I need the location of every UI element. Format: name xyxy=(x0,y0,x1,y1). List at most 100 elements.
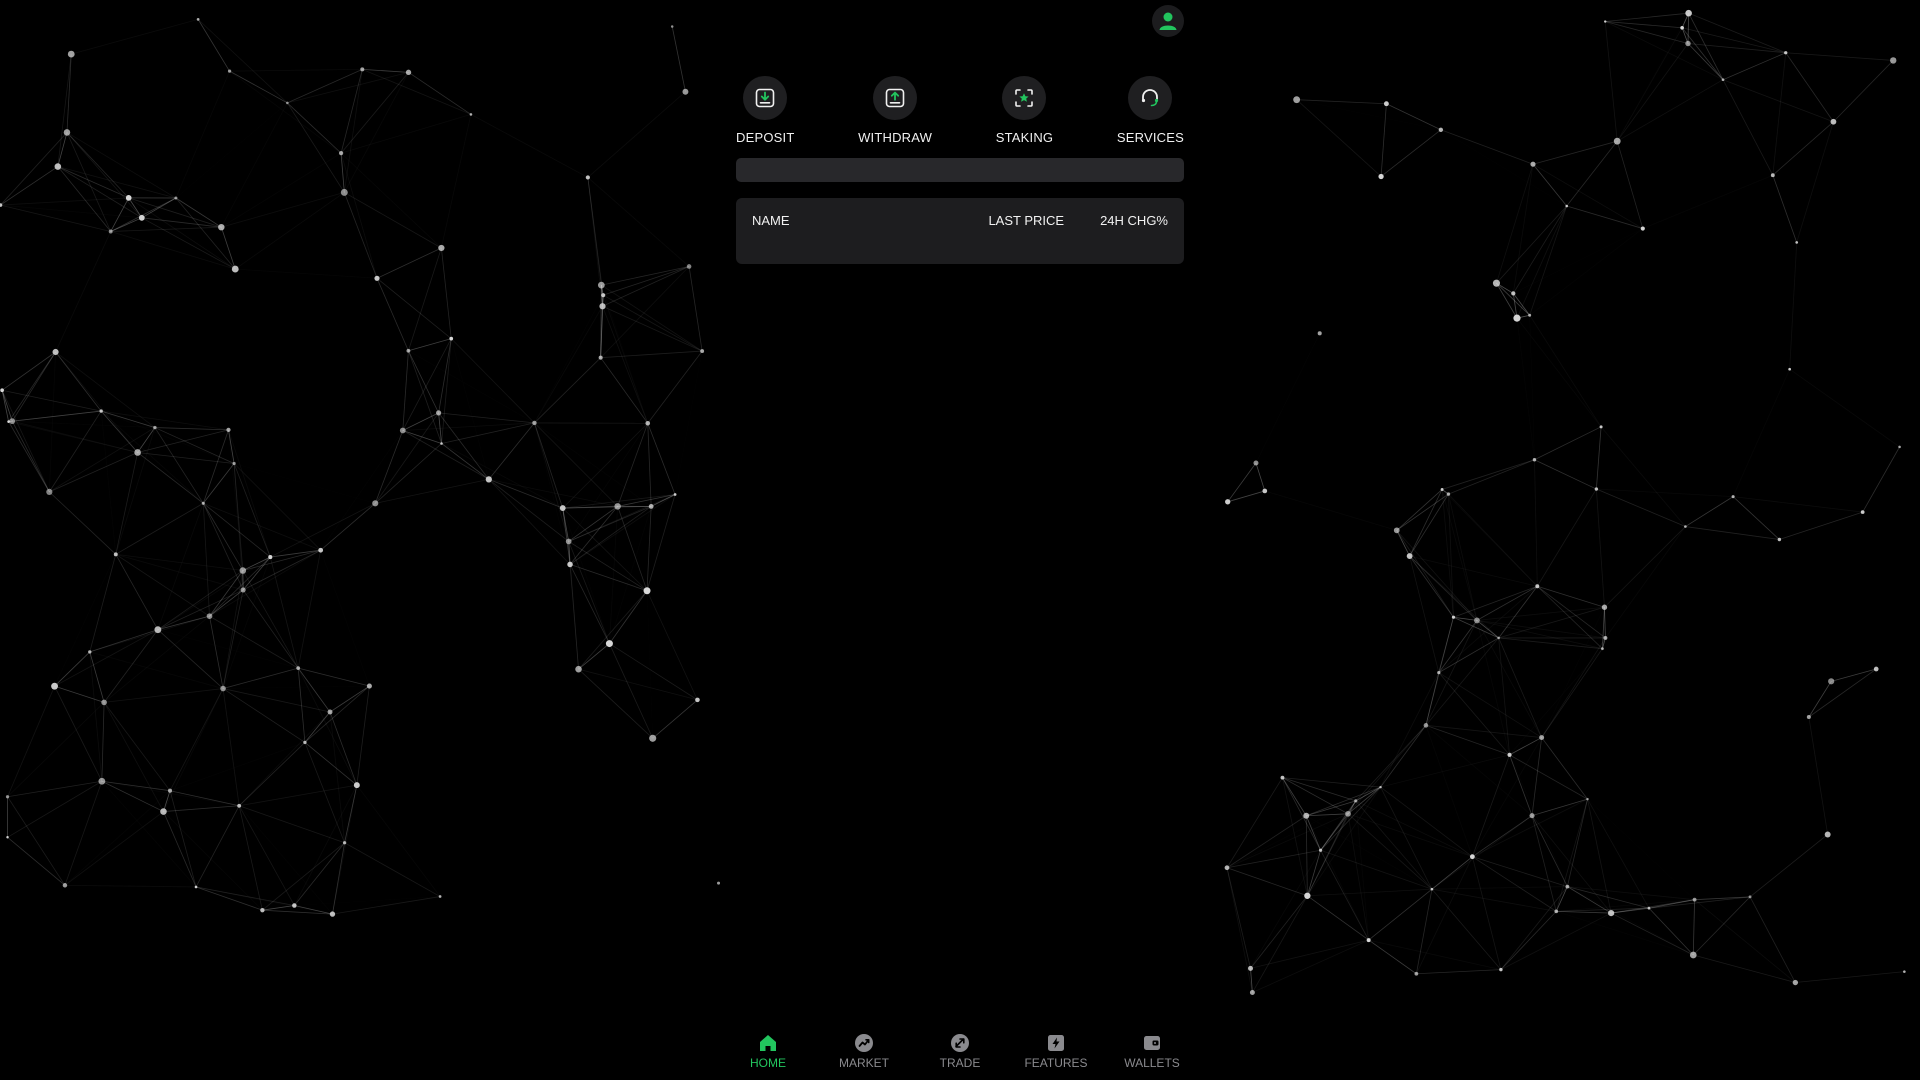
nav-item-features[interactable]: FEATURES xyxy=(1016,1032,1096,1070)
network-link xyxy=(1534,459,1538,587)
network-node xyxy=(218,223,225,231)
network-link xyxy=(57,166,143,219)
network-link xyxy=(578,668,653,739)
network-link xyxy=(1529,315,1602,428)
network-link xyxy=(203,502,321,551)
network-link xyxy=(242,570,299,669)
network-link xyxy=(441,443,490,480)
network-link xyxy=(647,350,703,424)
user-icon xyxy=(1159,12,1177,30)
network-link xyxy=(1252,939,1369,993)
network-node xyxy=(1554,909,1559,914)
network-node xyxy=(1224,865,1230,871)
network-link xyxy=(1472,856,1557,912)
app-column: DEPOSIT WITHDRAW STAKING SERVICES NAME L… xyxy=(720,0,1200,1080)
network-link xyxy=(1722,52,1786,81)
staking-button[interactable]: STAKING xyxy=(996,76,1054,145)
network-link xyxy=(1500,911,1557,970)
network-link xyxy=(1605,12,1689,22)
network-node xyxy=(240,587,246,593)
network-link xyxy=(1416,969,1501,975)
nav-item-market[interactable]: MARKET xyxy=(824,1032,904,1070)
network-link xyxy=(1297,100,1441,130)
network-link xyxy=(408,338,452,352)
network-node xyxy=(231,265,239,273)
network-node xyxy=(1784,51,1788,55)
network-link xyxy=(1749,896,1796,983)
network-node xyxy=(673,493,677,496)
nav-item-trade[interactable]: TRADE xyxy=(920,1032,1000,1070)
network-link xyxy=(1226,867,1308,897)
network-node xyxy=(605,640,613,648)
network-link xyxy=(101,410,229,431)
network-link xyxy=(647,591,653,739)
network-node xyxy=(174,196,178,200)
network-link xyxy=(652,699,698,739)
network-node xyxy=(1565,884,1570,889)
network-link xyxy=(7,686,55,797)
network-link xyxy=(1,351,56,391)
network-node xyxy=(360,67,365,72)
network-link xyxy=(55,351,138,453)
network-link xyxy=(1694,899,1796,983)
withdraw-icon-wrap xyxy=(873,76,918,120)
nav-item-home[interactable]: HOME xyxy=(728,1032,808,1070)
network-link xyxy=(54,685,105,703)
network-node xyxy=(1608,909,1615,917)
network-node xyxy=(194,885,198,889)
network-link xyxy=(49,352,55,492)
network-node xyxy=(1451,615,1456,619)
network-link xyxy=(1588,799,1695,900)
network-node xyxy=(1383,101,1389,107)
network-link xyxy=(609,590,648,644)
network-node xyxy=(232,461,236,466)
network-link xyxy=(1566,140,1618,207)
network-link xyxy=(1453,585,1538,618)
network-node xyxy=(1806,714,1811,720)
column-header-24h-change[interactable]: 24H CHG% xyxy=(1100,213,1168,228)
network-link xyxy=(1605,21,1724,81)
network-link xyxy=(270,502,376,558)
quick-actions: DEPOSIT WITHDRAW STAKING SERVICES xyxy=(736,76,1184,145)
network-link xyxy=(647,423,676,495)
network-link xyxy=(89,651,103,782)
network-link xyxy=(197,19,230,72)
network-link xyxy=(1530,229,1643,316)
network-node xyxy=(1430,887,1434,891)
network-link xyxy=(321,430,403,550)
services-button[interactable]: SERVICES xyxy=(1117,76,1184,145)
network-link xyxy=(1409,555,1440,673)
profile-button[interactable] xyxy=(1152,5,1184,37)
network-node xyxy=(138,214,145,221)
withdraw-icon xyxy=(885,88,905,108)
network-link xyxy=(221,103,287,227)
network-link xyxy=(101,411,116,554)
network-link xyxy=(402,422,535,431)
network-link xyxy=(1368,888,1433,941)
column-header-name[interactable]: NAME xyxy=(752,213,988,228)
network-link xyxy=(1251,850,1321,968)
table-header: NAME LAST PRICE 24H CHG% xyxy=(736,198,1184,242)
network-node xyxy=(1423,723,1429,728)
network-node xyxy=(1647,906,1651,910)
search-input[interactable] xyxy=(736,158,1184,182)
deposit-button[interactable]: DEPOSIT xyxy=(736,76,794,145)
network-node xyxy=(1792,979,1799,986)
network-link xyxy=(11,420,50,493)
network-link xyxy=(534,295,603,423)
network-node xyxy=(1248,965,1253,971)
nav-item-wallets[interactable]: WALLETS xyxy=(1112,1032,1192,1070)
column-header-last-price[interactable]: LAST PRICE xyxy=(988,213,1064,228)
network-link xyxy=(1595,426,1602,490)
network-link xyxy=(1532,163,1568,207)
network-node xyxy=(436,410,442,416)
network-link xyxy=(163,812,262,911)
withdraw-button[interactable]: WITHDRAW xyxy=(858,76,932,145)
network-node xyxy=(599,303,606,310)
services-icon-wrap xyxy=(1128,76,1173,120)
nav-label-trade: TRADE xyxy=(939,1056,981,1070)
network-link xyxy=(7,796,66,886)
network-link xyxy=(603,266,690,296)
network-node xyxy=(1528,313,1532,317)
network-link xyxy=(1500,912,1612,970)
